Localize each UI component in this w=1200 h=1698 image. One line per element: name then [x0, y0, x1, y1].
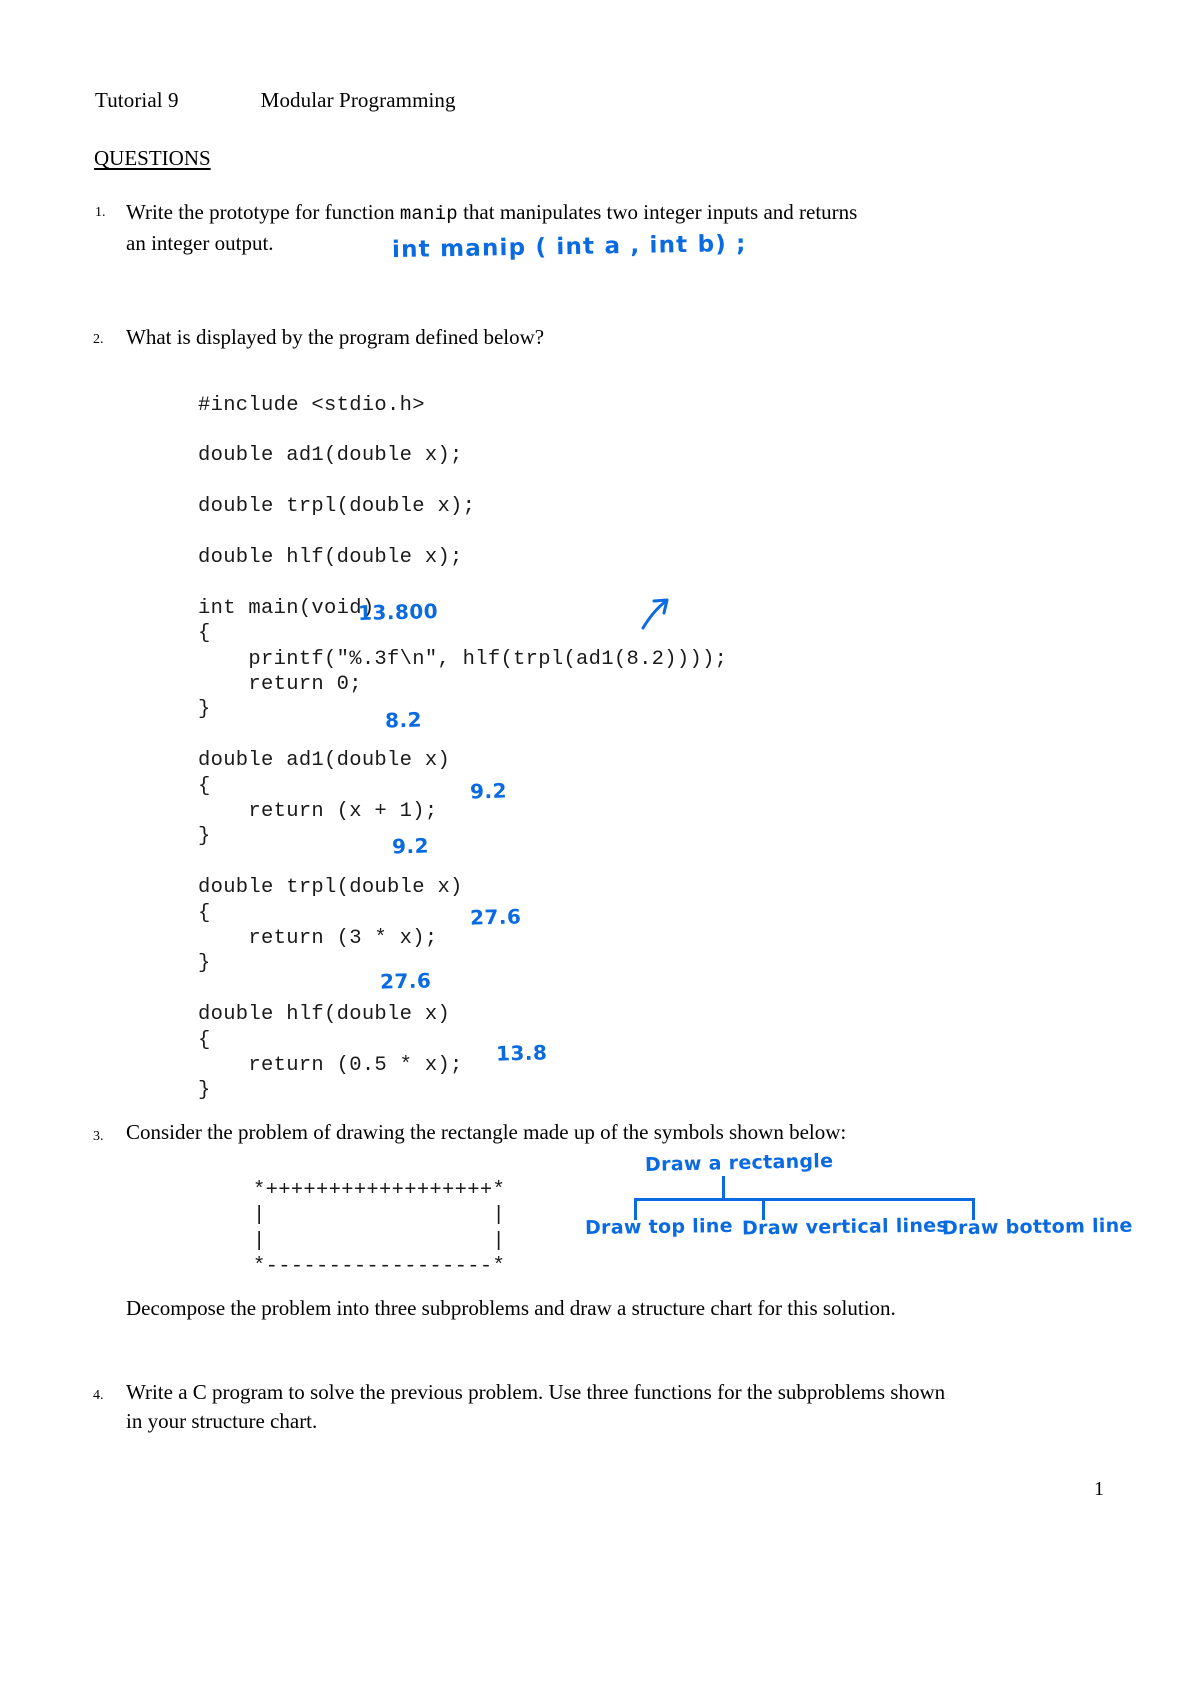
document-title: Modular Programming	[260, 88, 456, 112]
structure-chart-child-2-label: Draw bottom line	[941, 1214, 1133, 1240]
question-2-number: 2.	[93, 332, 104, 347]
document-header: Tutorial 9 Modular Programming	[95, 88, 456, 113]
annotation-trpl-return: 27.6	[469, 904, 522, 930]
question-4-number: 4.	[93, 1388, 104, 1403]
question-2-text: What is displayed by the program defined…	[126, 325, 545, 349]
structure-chart-root-connector	[722, 1176, 725, 1200]
question-1-line1-post: that manipulates two integer inputs and …	[457, 200, 858, 224]
question-3-number: 3.	[93, 1129, 104, 1144]
annotation-trpl-argument: 9.2	[391, 833, 430, 859]
page-number: 1	[1094, 1478, 1104, 1500]
question-1-line1-pre: Write the prototype for function	[126, 200, 400, 224]
question-1-function-name: manip	[399, 203, 458, 225]
handwritten-prototype-answer: int manip ( int a , int b) ;	[391, 230, 747, 264]
structure-chart-child-1-label: Draw vertical lines	[741, 1214, 949, 1240]
question-4-line2: in your structure chart.	[126, 1409, 318, 1433]
code-block: #include <stdio.h> double ad1(double x);…	[198, 393, 728, 1103]
question-4-text: Write a C program to solve the previous …	[126, 1378, 1026, 1436]
question-4-line1: Write a C program to solve the previous …	[126, 1380, 946, 1404]
question-1-line2: an integer output.	[126, 231, 274, 255]
ascii-rectangle: *++++++++++++++++++* | | | | *----------…	[253, 1178, 506, 1279]
annotation-ad1-return: 9.2	[469, 778, 508, 804]
structure-chart-child-0-label: Draw top line	[584, 1214, 733, 1240]
annotation-hlf-return: 13.8	[495, 1040, 548, 1066]
document-page: Tutorial 9 Modular Programming QUESTIONS …	[0, 0, 1200, 1698]
question-1-number: 1.	[95, 205, 106, 220]
annotation-hlf-argument: 27.6	[379, 968, 432, 994]
arrow-up-right-icon	[641, 598, 669, 630]
question-3-followup: Decompose the problem into three subprob…	[126, 1296, 896, 1320]
tutorial-label: Tutorial 9	[95, 88, 179, 112]
structure-chart-bus	[634, 1198, 974, 1201]
structure-chart-root-label: Draw a rectangle	[644, 1150, 834, 1176]
annotation-printf-result: 13.800	[357, 598, 439, 626]
questions-heading: QUESTIONS	[94, 146, 211, 170]
question-3-text: Consider the problem of drawing the rect…	[126, 1120, 847, 1144]
annotation-ad1-argument: 8.2	[384, 707, 423, 733]
